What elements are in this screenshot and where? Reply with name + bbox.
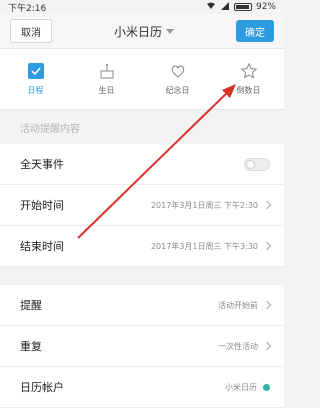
reminder-row[interactable]: 提醒 活动开始前 [0, 285, 284, 326]
tab-label: 日程 [27, 86, 44, 95]
reminder-value: 活动开始前 [218, 300, 258, 310]
repeat-label: 重复 [20, 340, 42, 353]
all-day-label: 全天事件 [20, 158, 64, 171]
all-day-row[interactable]: 全天事件 [0, 144, 284, 185]
account-row[interactable]: 日历帐户 小米日历 [0, 367, 284, 408]
wifi-icon [206, 2, 216, 13]
status-bar: 下午2:16 92% [0, 0, 284, 14]
page-title: 小米日历 [113, 24, 162, 39]
start-time-label: 开始时间 [20, 199, 64, 212]
tab-birthday[interactable]: 生日 [71, 49, 142, 109]
status-time: 下午2:16 [8, 3, 47, 14]
header: 取消 小米日历 确定 [0, 14, 284, 48]
chevron-right-icon [262, 300, 272, 310]
cancel-button[interactable]: 取消 [10, 19, 52, 43]
end-time-row[interactable]: 结束时间 2017年3月1日周三 下午3:30 [0, 226, 284, 267]
account-label: 日历帐户 [20, 381, 64, 394]
heart-icon [171, 65, 184, 78]
event-type-tabs: 日程 生日 纪念日 倒数日 [0, 48, 284, 110]
reminder-label: 提醒 [20, 299, 42, 312]
star-icon [240, 62, 257, 79]
section-divider [0, 267, 284, 285]
battery-percent: 92% [255, 2, 276, 12]
repeat-value: 一次性活动 [218, 341, 258, 351]
chevron-right-icon [262, 341, 272, 351]
tab-label: 纪念日 [165, 86, 190, 95]
end-time-value: 2017年3月1日周三 下午3:30 [150, 241, 258, 251]
battery-icon [233, 3, 252, 11]
tab-countdown[interactable]: 倒数日 [213, 49, 284, 109]
all-day-toggle[interactable] [244, 157, 270, 171]
checkbox-icon [27, 63, 44, 79]
start-time-row[interactable]: 开始时间 2017年3月1日周三 下午2:30 [0, 185, 284, 226]
end-time-label: 结束时间 [20, 240, 64, 253]
confirm-button[interactable]: 确定 [235, 20, 274, 42]
start-time-value: 2017年3月1日周三 下午2:30 [150, 200, 258, 210]
signal-icon [220, 1, 230, 13]
tab-label: 生日 [98, 86, 115, 95]
chevron-right-icon [262, 200, 272, 210]
content-input[interactable]: 活动提醒内容 [0, 110, 284, 144]
calendar-selector[interactable]: 小米日历 [114, 23, 174, 40]
account-value: 小米日历 [225, 382, 257, 392]
account-color-dot-icon [263, 383, 270, 391]
tab-label: 倒数日 [236, 86, 261, 95]
cake-icon [100, 64, 113, 79]
repeat-row[interactable]: 重复 一次性活动 [0, 326, 284, 367]
tab-anniversary[interactable]: 纪念日 [142, 49, 213, 109]
dropdown-caret-icon [166, 28, 174, 34]
chevron-right-icon [262, 241, 272, 251]
tab-schedule[interactable]: 日程 [0, 49, 71, 109]
